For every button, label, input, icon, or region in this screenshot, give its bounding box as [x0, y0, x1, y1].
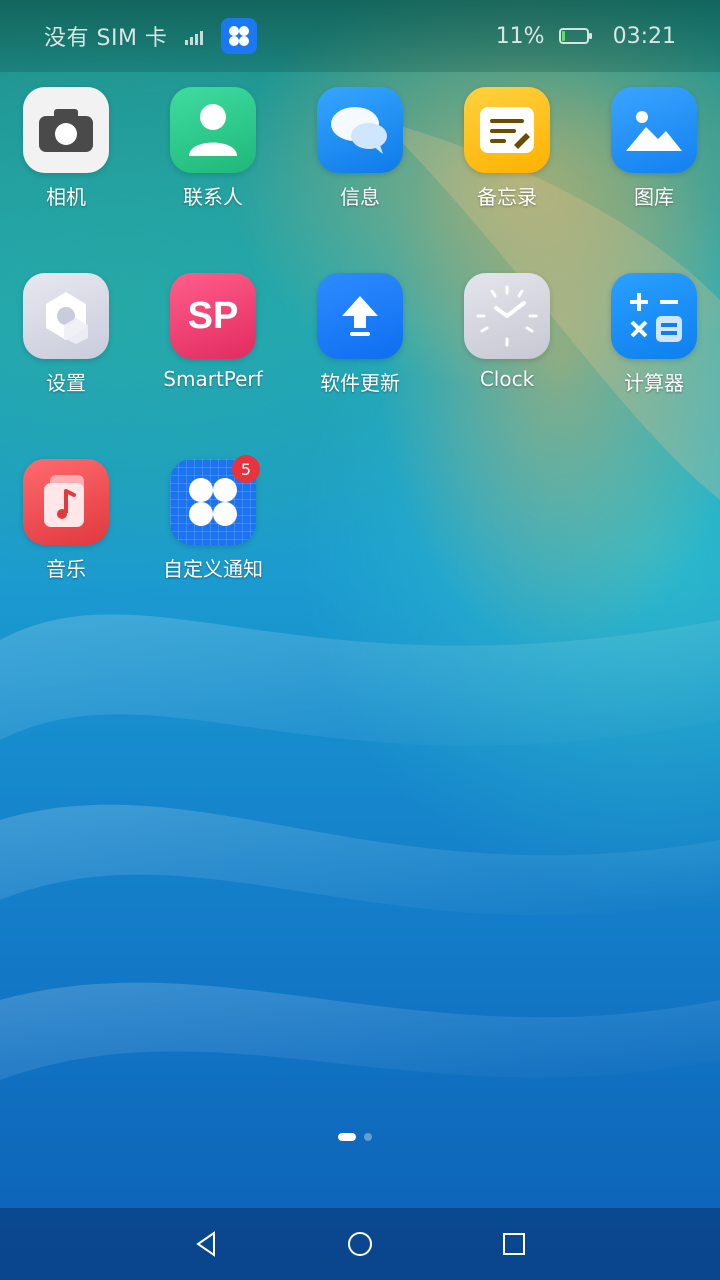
status-bar: 没有 SIM 卡 11% 03:21 [0, 0, 720, 72]
app-label: 设置 [46, 371, 86, 395]
app-label: 备忘录 [477, 185, 537, 209]
messages-icon [317, 87, 403, 173]
navigation-bar [0, 1208, 720, 1280]
app-custom-notification[interactable]: 5 自定义通知 [143, 455, 283, 582]
settings-icon [23, 273, 109, 359]
app-software-update[interactable]: 软件更新 [290, 273, 430, 396]
app-label: 自定义通知 [163, 557, 263, 581]
carrier-label: 没有 SIM 卡 [44, 26, 168, 51]
app-label: 相机 [46, 185, 86, 209]
app-camera[interactable]: 相机 [0, 87, 136, 210]
app-gallery[interactable]: 图库 [584, 87, 720, 210]
page-dot-active[interactable] [338, 1133, 356, 1141]
page-dot[interactable] [364, 1133, 372, 1141]
smartperf-icon: SP [170, 273, 256, 359]
back-icon[interactable] [186, 1224, 226, 1264]
battery-icon [558, 28, 592, 44]
app-label: Clock [479, 367, 535, 391]
home-icon[interactable] [340, 1224, 380, 1264]
app-label: 联系人 [183, 185, 243, 209]
music-icon [23, 459, 109, 545]
clock-icon [464, 273, 550, 359]
app-label: SmartPerf [163, 367, 263, 391]
app-notepad[interactable]: 备忘录 [437, 87, 577, 210]
app-label: 信息 [340, 185, 380, 209]
app-label: 音乐 [46, 557, 86, 581]
clock-time: 03:21 [612, 23, 676, 49]
calculator-icon [611, 273, 697, 359]
recents-icon[interactable] [494, 1224, 534, 1264]
contacts-icon [170, 87, 256, 173]
app-music[interactable]: 音乐 [0, 459, 136, 582]
gallery-icon [611, 87, 697, 173]
app-label: 计算器 [624, 371, 684, 395]
custom-notification-status-icon [221, 18, 258, 54]
app-label: 图库 [634, 185, 674, 209]
notepad-icon [464, 87, 550, 173]
app-messages[interactable]: 信息 [290, 87, 430, 210]
app-contacts[interactable]: 联系人 [143, 87, 283, 210]
notification-badge: 5 [232, 455, 260, 483]
app-label: 软件更新 [320, 371, 400, 395]
app-settings[interactable]: 设置 [0, 273, 136, 396]
app-smartperf[interactable]: SP SmartPerf [143, 273, 283, 391]
custom-notification-icon: 5 [170, 455, 260, 545]
signal-icon [179, 25, 207, 47]
app-calculator[interactable]: 计算器 [584, 273, 720, 396]
battery-percent: 11% [495, 23, 545, 49]
page-indicator[interactable] [0, 1133, 720, 1141]
app-clock[interactable]: Clock [437, 273, 577, 391]
software-update-icon [317, 273, 403, 359]
smartperf-logo-text: SP [187, 294, 239, 337]
camera-icon [23, 87, 109, 173]
